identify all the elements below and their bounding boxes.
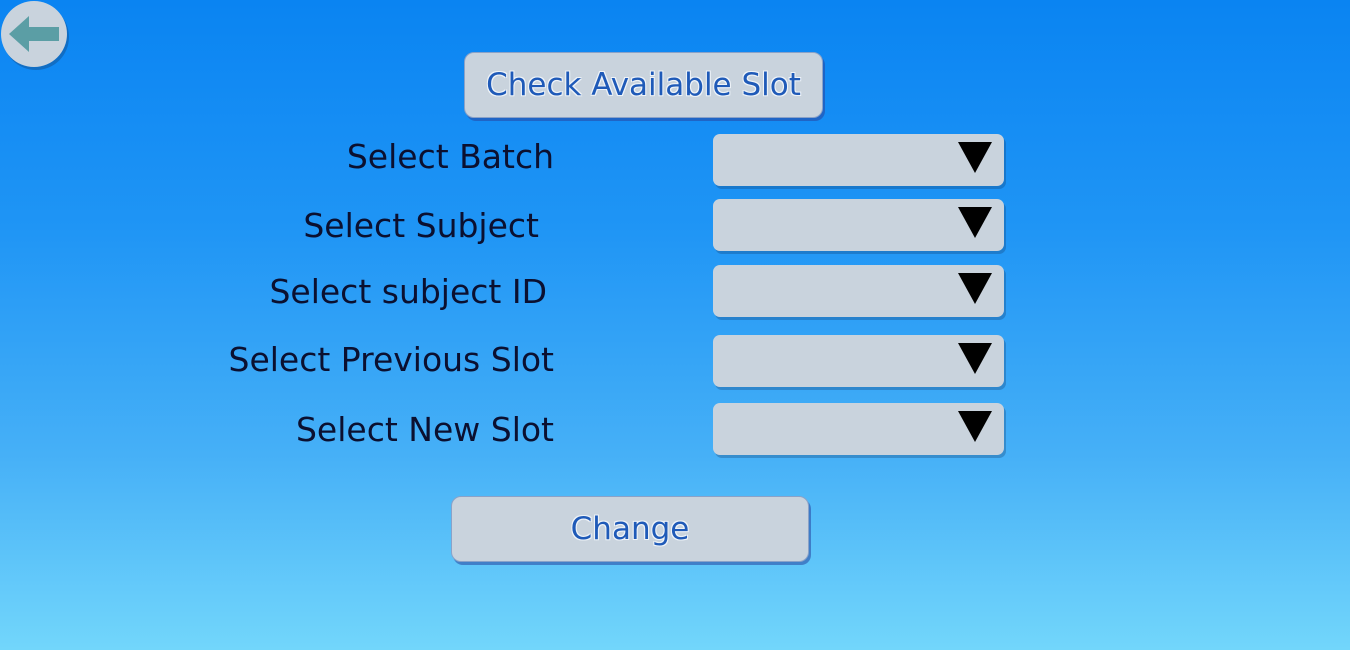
change-button[interactable]: Change <box>451 496 809 562</box>
change-label: Change <box>570 511 690 547</box>
batch-dropdown[interactable] <box>713 134 1004 186</box>
triangle-down-icon <box>958 207 992 238</box>
triangle-down-icon <box>958 273 992 304</box>
check-available-slot-button[interactable]: Check Available Slot <box>464 52 823 118</box>
subject-id-label: Select subject ID <box>269 272 547 311</box>
previous-slot-label: Select Previous Slot <box>228 340 555 379</box>
subject-label: Select Subject <box>303 206 539 245</box>
previous-slot-dropdown[interactable] <box>713 335 1004 387</box>
new-slot-label: Select New Slot <box>295 410 554 449</box>
subject-dropdown[interactable] <box>713 199 1004 251</box>
triangle-down-icon <box>958 142 992 173</box>
back-button[interactable] <box>1 1 67 67</box>
new-slot-dropdown[interactable] <box>713 403 1004 455</box>
batch-label: Select Batch <box>346 137 554 176</box>
check-available-slot-label: Check Available Slot <box>486 67 801 103</box>
triangle-down-icon <box>958 343 992 374</box>
triangle-down-icon <box>958 411 992 442</box>
subject-id-dropdown[interactable] <box>713 265 1004 317</box>
arrow-left-icon <box>9 16 59 52</box>
